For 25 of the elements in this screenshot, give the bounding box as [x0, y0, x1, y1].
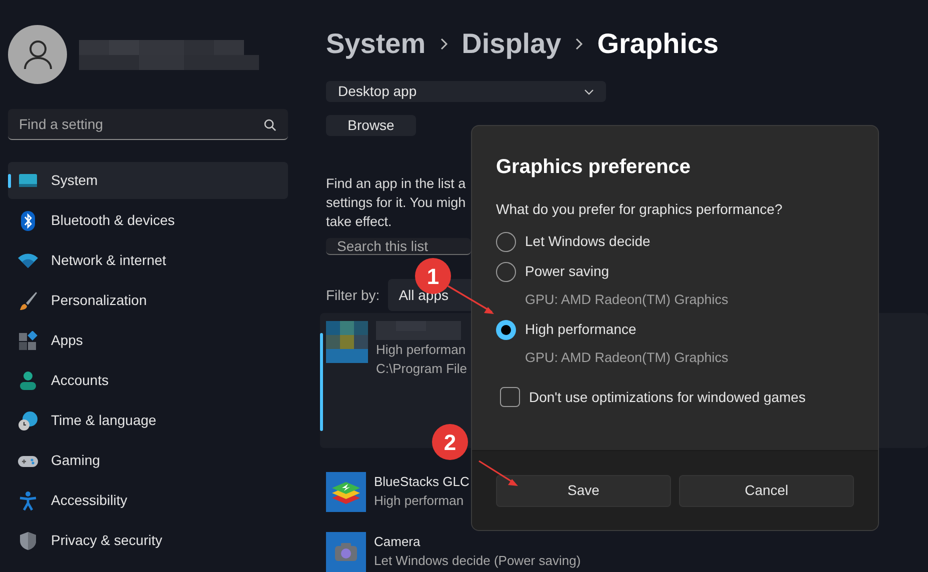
app-detail: C:\Program File: [376, 360, 468, 378]
option-detail: GPU: AMD Radeon(TM) Graphics: [525, 291, 730, 309]
nav-label: Gaming: [51, 451, 100, 470]
nav-label: Privacy & security: [51, 531, 162, 550]
dialog-question: What do you prefer for graphics performance?: [496, 200, 784, 219]
filter-label: Filter by:: [326, 286, 380, 305]
dialog-title: Graphics preference: [496, 155, 692, 180]
nav-label: Apps: [51, 331, 83, 350]
app-name: BlueStacks GLC: [374, 473, 470, 491]
nav-label: System: [51, 171, 98, 190]
nav-label: Time & language: [51, 411, 156, 430]
app-name: Camera: [374, 533, 422, 551]
option-detail: GPU: AMD Radeon(TM) Graphics: [525, 349, 730, 368]
nav-label: Accessibility: [51, 491, 128, 510]
nav-label: Accounts: [51, 371, 109, 390]
app-detail: High performan: [374, 492, 465, 510]
step-badge: 1: [415, 258, 451, 294]
description-text: Find an app in the list a settings for it. You migh take effect.: [326, 175, 466, 231]
nav-label: Network & internet: [51, 251, 166, 270]
breadcrumb-item: Graphics: [597, 27, 719, 61]
app-detail: Let Windows decide (Power saving): [374, 552, 581, 570]
app-detail: High performan: [376, 341, 467, 359]
nav-label: Bluetooth & devices: [51, 211, 175, 230]
nav-label: Personalization: [51, 291, 147, 310]
checkbox-label: Don't use optimizations for windowed games: [529, 388, 806, 407]
